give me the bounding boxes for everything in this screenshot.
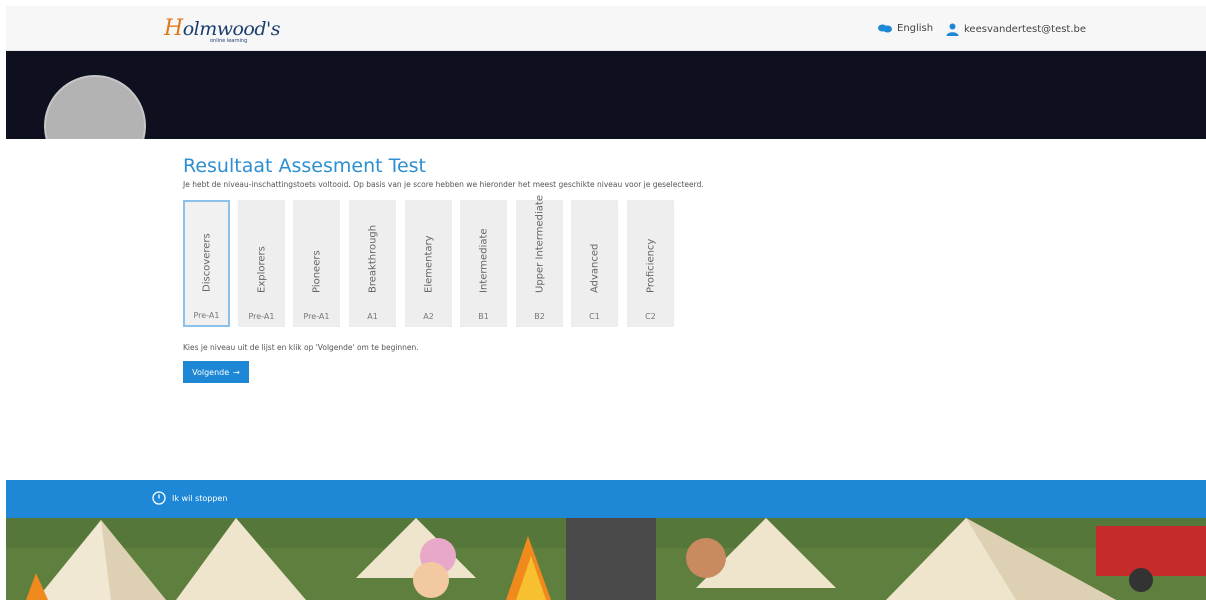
level-option-breakthrough[interactable]: Breakthrough A1 (349, 200, 396, 327)
level-name: Pioneers (311, 250, 322, 293)
instruction-text: Kies je niveau uit de lijst en klik op '… (183, 343, 419, 352)
level-option-pioneers[interactable]: Pioneers Pre-A1 (293, 200, 340, 327)
stop-label: Ik wil stoppen (172, 493, 228, 503)
level-option-intermediate[interactable]: Intermediate B1 (460, 200, 507, 327)
power-icon (152, 491, 166, 505)
level-name: Intermediate (478, 228, 489, 293)
next-label: Volgende (192, 367, 230, 377)
level-name: Elementary (423, 235, 434, 293)
user-menu[interactable]: keesvandertest@test.be (946, 23, 1086, 36)
campfire-illustration (6, 518, 1206, 600)
level-name: Advanced (589, 243, 600, 293)
level-list: Discoverers Pre-A1 Explorers Pre-A1 Pion… (183, 195, 683, 330)
level-code: C2 (645, 312, 656, 321)
top-bar: Holmwood's online learning English keesv… (6, 6, 1206, 51)
level-option-discoverers[interactable]: Discoverers Pre-A1 (183, 200, 230, 327)
level-code: B2 (534, 312, 545, 321)
level-code: Pre-A1 (248, 312, 275, 321)
level-code: B1 (478, 312, 489, 321)
arrow-right-icon: → (233, 367, 240, 377)
level-name: Discoverers (201, 233, 212, 292)
level-name: Explorers (256, 246, 267, 293)
level-option-upper-intermediate[interactable]: Upper Intermediate B2 (516, 195, 563, 327)
level-code: A2 (423, 312, 434, 321)
main-content: Resultaat Assesment Test Je hebt de nive… (183, 154, 1083, 383)
stop-button[interactable]: Ik wil stoppen (152, 491, 227, 505)
level-code: Pre-A1 (303, 312, 330, 321)
chat-bubbles-icon (878, 24, 892, 33)
language-label: English (897, 23, 934, 34)
user-icon (946, 23, 959, 36)
user-email: keesvandertest@test.be (964, 24, 1087, 35)
level-code: C1 (589, 312, 600, 321)
level-name: Breakthrough (367, 224, 378, 293)
page-title: Resultaat Assesment Test (183, 155, 427, 177)
hero-banner (6, 51, 1206, 139)
stop-bar: Ik wil stoppen (6, 480, 1206, 518)
avatar (44, 75, 146, 139)
level-option-explorers[interactable]: Explorers Pre-A1 (238, 200, 285, 327)
level-code: A1 (367, 312, 378, 321)
level-option-elementary[interactable]: Elementary A2 (405, 200, 452, 327)
level-code: Pre-A1 (193, 311, 220, 320)
level-name: Proficiency (645, 238, 656, 293)
next-button[interactable]: Volgende → (183, 361, 249, 383)
campsite-scene (6, 518, 1206, 600)
level-option-advanced[interactable]: Advanced C1 (571, 200, 618, 327)
level-option-proficiency[interactable]: Proficiency C2 (627, 200, 674, 327)
level-name: Upper Intermediate (534, 195, 545, 293)
page-subtitle: Je hebt de niveau-inschattingstoets volt… (183, 180, 704, 189)
language-selector[interactable]: English (878, 23, 933, 34)
logo-subtitle: online learning (210, 38, 248, 44)
